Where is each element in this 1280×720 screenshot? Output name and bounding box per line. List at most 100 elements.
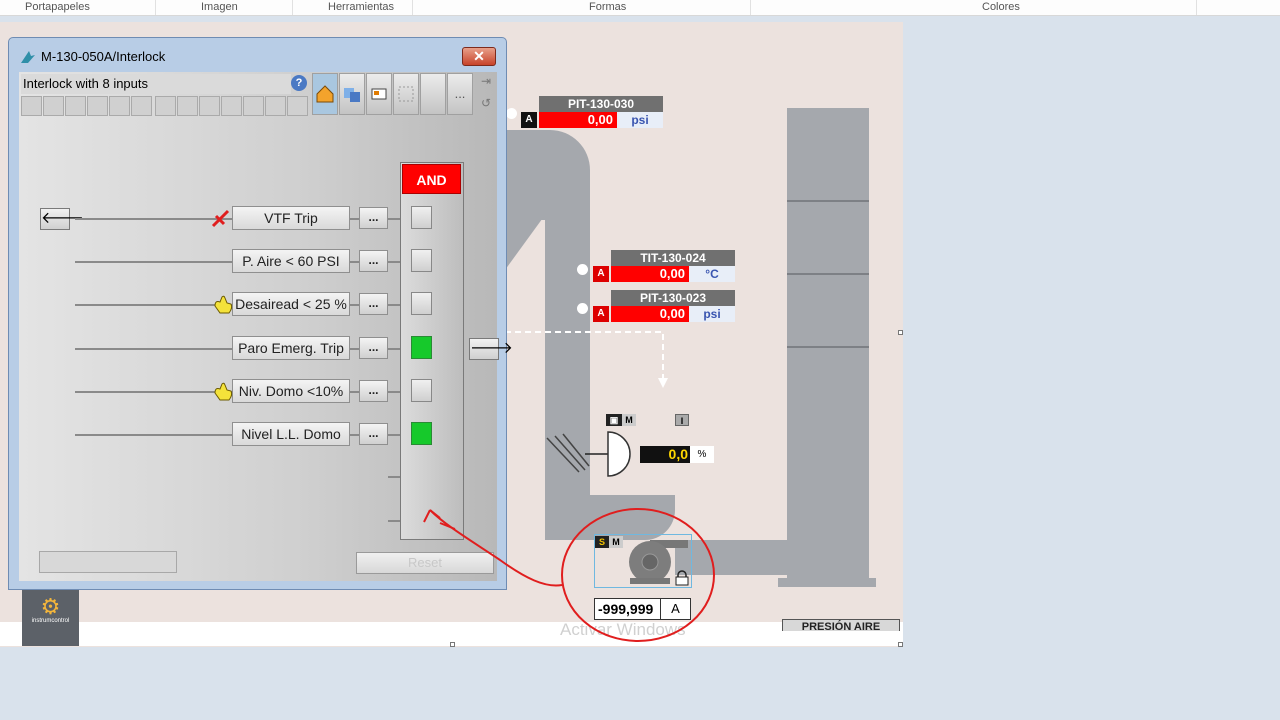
input-details-button[interactable]: ... [359, 250, 388, 272]
damper-actuator-icon[interactable] [545, 430, 635, 478]
tag-value: 0,00 [611, 306, 689, 322]
valve-mode-badge[interactable]: M [622, 414, 636, 426]
motor-current-readout: -999,999 A [594, 598, 691, 620]
toolbar-slot [21, 96, 42, 116]
ribbon-group-portapapeles[interactable]: Portapapeles [25, 1, 90, 13]
input-line [350, 218, 359, 220]
alarm-view-button[interactable] [366, 73, 392, 115]
valve-position-unit: % [690, 446, 714, 463]
tag-value: 0,00 [611, 266, 689, 282]
logo-text: instrumcontrol [31, 618, 70, 624]
parameter-view-button[interactable] [393, 73, 419, 115]
alarm-ack-badge[interactable]: A [521, 112, 537, 128]
pin-icon[interactable]: ⇥ [477, 74, 495, 94]
toolbar-slot [131, 96, 152, 116]
tag-pit-130-030[interactable]: PIT-130-030 A 0,00 psi [521, 96, 665, 129]
input-state-indicator [411, 249, 432, 272]
input-line [388, 304, 400, 306]
input-line [388, 520, 400, 522]
input-line [350, 348, 359, 350]
ribbon-separator [155, 0, 156, 15]
toolbar-slot [243, 96, 264, 116]
ribbon-separator [750, 0, 751, 15]
ribbon-separator [1196, 0, 1197, 15]
stack-divider [787, 346, 869, 348]
windows-activation-watermark: Activar Windows [560, 620, 686, 639]
ribbon-group-formas[interactable]: Formas [589, 1, 626, 13]
tag-pit-130-023[interactable]: PIT-130-023 A 0,00 psi [593, 290, 737, 323]
valve-interlock-badge[interactable]: I [675, 414, 689, 426]
toolbar-slot [287, 96, 308, 116]
more-button[interactable]: ... [447, 73, 473, 115]
ribbon-separator [292, 0, 293, 15]
alarm-ack-badge[interactable]: A [593, 306, 609, 322]
instrumcontrol-logo: ⚙ instrumcontrol [22, 590, 79, 646]
status-field [39, 551, 177, 573]
connection-point [577, 303, 588, 314]
refresh-icon[interactable]: ↺ [477, 96, 495, 116]
tag-name: TIT-130-024 [611, 250, 735, 266]
toolbar-slot [177, 96, 198, 116]
input-state-indicator [411, 206, 432, 229]
toolbar-slot [65, 96, 86, 116]
input-line [75, 348, 233, 350]
input-details-button[interactable]: ... [359, 423, 388, 445]
input-line [388, 434, 400, 436]
resize-handle[interactable] [898, 642, 903, 647]
and-gate-label: AND [402, 164, 461, 194]
input-line [75, 391, 233, 393]
hand-icon [214, 295, 233, 314]
toolbar-slot [109, 96, 130, 116]
trend-view-button[interactable] [339, 73, 365, 115]
toolbar-empty-button[interactable] [420, 73, 446, 115]
lock-icon [675, 570, 689, 586]
navigate-left-button[interactable]: 🡐 [40, 208, 84, 230]
tag-name: PIT-130-030 [539, 96, 663, 112]
input-line [388, 218, 400, 220]
input-line [350, 304, 359, 306]
connection-point [506, 108, 517, 119]
and-gate-column [400, 162, 464, 540]
help-icon[interactable]: ? [291, 75, 307, 91]
ribbon-bar: Portapapeles Imagen Herramientas Formas … [0, 0, 1280, 16]
reset-button[interactable]: Reset [356, 552, 494, 574]
input-details-button[interactable]: ... [359, 337, 388, 359]
ribbon-group-herramientas[interactable]: Herramientas [328, 1, 394, 13]
app-logo-icon [21, 51, 35, 63]
stack-tower [787, 108, 869, 578]
input-state-indicator [411, 336, 432, 359]
resize-handle[interactable] [450, 642, 455, 647]
ribbon-group-colores[interactable]: Colores [982, 1, 1020, 13]
input-label-niv-domo: Niv. Domo <10% [232, 379, 350, 403]
tag-unit: °C [689, 266, 735, 282]
home-icon [316, 85, 334, 103]
navigate-right-button[interactable]: 🡒 [469, 338, 513, 360]
input-line [75, 261, 233, 263]
dialog-title: M-130-050A/Interlock [41, 49, 166, 64]
input-state-indicator [411, 292, 432, 315]
ribbon-separator [412, 0, 413, 15]
input-line [350, 434, 359, 436]
input-label-paro-emerg: Paro Emerg. Trip [232, 336, 350, 360]
tag-tit-130-024[interactable]: TIT-130-024 A 0,00 °C [593, 250, 737, 283]
camera-icon: ▣ [606, 414, 622, 426]
alarm-ack-badge[interactable]: A [593, 266, 609, 282]
ribbon-group-imagen[interactable]: Imagen [201, 1, 238, 13]
stack-foot [778, 578, 876, 587]
input-label-desairead: Desairead < 25 % [232, 292, 350, 316]
home-view-button[interactable] [312, 73, 338, 115]
input-details-button[interactable]: ... [359, 293, 388, 315]
input-label-nivel-ll-domo: Nivel L.L. Domo [232, 422, 350, 446]
input-state-indicator [411, 379, 432, 402]
input-details-button[interactable]: ... [359, 380, 388, 402]
trend-icon [344, 88, 360, 102]
alarm-list-icon [371, 88, 387, 100]
interlock-dialog: M-130-050A/Interlock ✕ Interlock with 8 … [8, 37, 513, 590]
faceplate-header: Interlock with 8 inputs [21, 74, 291, 94]
input-details-button[interactable]: ... [359, 207, 388, 229]
close-button[interactable]: ✕ [462, 47, 496, 66]
resize-handle[interactable] [898, 330, 903, 335]
tag-unit: psi [689, 306, 735, 322]
motor-current-value: -999,999 [598, 601, 654, 617]
stack-divider [787, 200, 869, 202]
